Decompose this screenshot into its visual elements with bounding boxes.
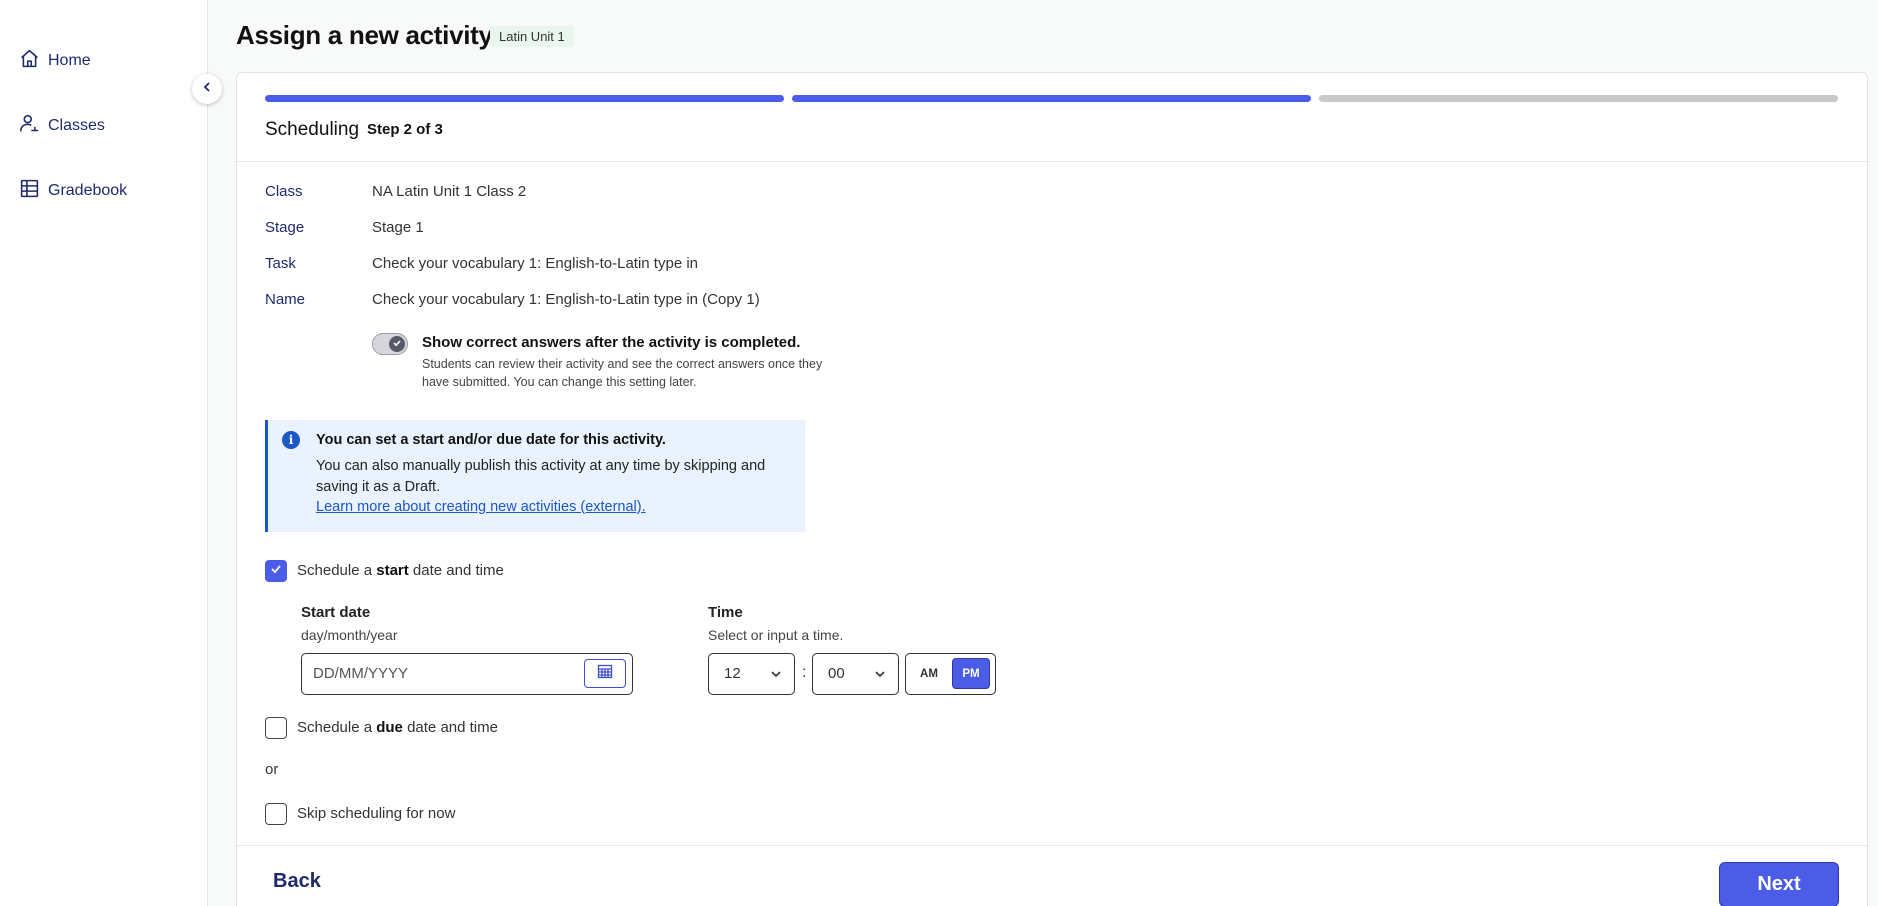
start-date-placeholder: DD/MM/YYYY — [313, 665, 409, 682]
sidebar-item-home[interactable]: Home — [19, 48, 91, 74]
schedule-due-checkbox[interactable] — [265, 717, 287, 739]
skip-scheduling-checkbox[interactable] — [265, 803, 287, 825]
chevron-left-icon — [201, 80, 213, 98]
minute-value: 00 — [828, 665, 845, 682]
info-callout: i You can set a start and/or due date fo… — [265, 420, 805, 532]
schedule-due-label: Schedule a due date and time — [297, 719, 498, 736]
info-title: You can set a start and/or due date for … — [316, 432, 666, 448]
schedule-due-suffix: date and time — [407, 719, 498, 736]
home-icon — [19, 48, 40, 74]
show-answers-help: Students can review their activity and s… — [422, 357, 823, 389]
class-value: NA Latin Unit 1 Class 2 — [372, 183, 527, 200]
check-icon — [392, 335, 402, 353]
progress-step-2 — [792, 95, 1311, 102]
skip-scheduling-label: Skip scheduling for now — [297, 805, 456, 822]
start-date-label: Start date — [301, 604, 371, 621]
pm-option[interactable]: PM — [952, 658, 990, 689]
info-body: You can also manually publish this activ… — [316, 458, 766, 495]
schedule-start-suffix: date and time — [412, 562, 504, 579]
schedule-start-label: Schedule a start date and time — [297, 562, 504, 579]
classes-icon — [19, 113, 40, 139]
time-separator: : — [802, 664, 807, 681]
collapse-sidebar-button[interactable] — [192, 74, 222, 104]
name-label: Name — [265, 291, 306, 308]
time-help: Select or input a time. — [708, 627, 844, 643]
step-title: Scheduling — [265, 119, 360, 140]
progress-step-1 — [265, 95, 784, 102]
sidebar-item-label: Gradebook — [48, 182, 128, 199]
schedule-start-checkbox[interactable] — [265, 560, 287, 582]
wizard-progress — [265, 95, 1838, 102]
schedule-start-prefix: Schedule a — [297, 562, 373, 579]
hour-select[interactable]: 12 — [708, 653, 795, 695]
check-icon — [269, 562, 283, 581]
learn-more-link[interactable]: Learn more about creating new activities… — [316, 499, 646, 515]
step-count: Step 2 of 3 — [367, 121, 443, 138]
toggle-knob — [389, 336, 405, 352]
schedule-due-emphasis: due — [376, 719, 403, 736]
sidebar-item-gradebook[interactable]: Gradebook — [19, 178, 127, 204]
class-label: Class — [265, 183, 303, 200]
stage-value: Stage 1 — [372, 219, 424, 236]
task-value: Check your vocabulary 1: English-to-Lati… — [372, 255, 699, 272]
sidebar-item-label: Home — [48, 52, 91, 69]
show-answers-title: Show correct answers after the activity … — [422, 334, 801, 351]
time-label: Time — [708, 604, 743, 621]
am-pm-toggle: AM PM — [905, 653, 996, 695]
next-button[interactable]: Next — [1719, 862, 1839, 906]
calendar-icon — [597, 663, 613, 684]
wizard-card: Scheduling Step 2 of 3 Class NA Latin Un… — [236, 72, 1868, 906]
sidebar-item-label: Classes — [48, 117, 105, 134]
schedule-due-prefix: Schedule a — [297, 719, 373, 736]
or-separator: or — [265, 761, 279, 778]
calendar-button[interactable] — [584, 659, 626, 688]
start-date-help: day/month/year — [301, 627, 398, 643]
unit-badge: Latin Unit 1 — [490, 26, 574, 47]
header-divider — [237, 161, 1867, 162]
show-answers-toggle[interactable] — [372, 333, 408, 355]
name-value: Check your vocabulary 1: English-to-Lati… — [372, 291, 760, 308]
am-option[interactable]: AM — [910, 658, 948, 689]
schedule-start-emphasis: start — [376, 562, 409, 579]
sidebar-item-classes[interactable]: Classes — [19, 113, 105, 139]
progress-step-3 — [1319, 95, 1838, 102]
page-title: Assign a new activity — [236, 20, 493, 50]
footer-divider — [237, 845, 1867, 846]
gradebook-icon — [19, 178, 40, 204]
sidebar: Home Classes Gradebook — [0, 0, 208, 906]
minute-select[interactable]: 00 — [812, 653, 899, 695]
start-date-input[interactable]: DD/MM/YYYY — [301, 653, 633, 695]
stage-label: Stage — [265, 219, 305, 236]
task-label: Task — [265, 255, 296, 272]
hour-value: 12 — [724, 665, 741, 682]
info-icon: i — [282, 431, 300, 449]
back-button[interactable]: Back — [273, 870, 321, 893]
